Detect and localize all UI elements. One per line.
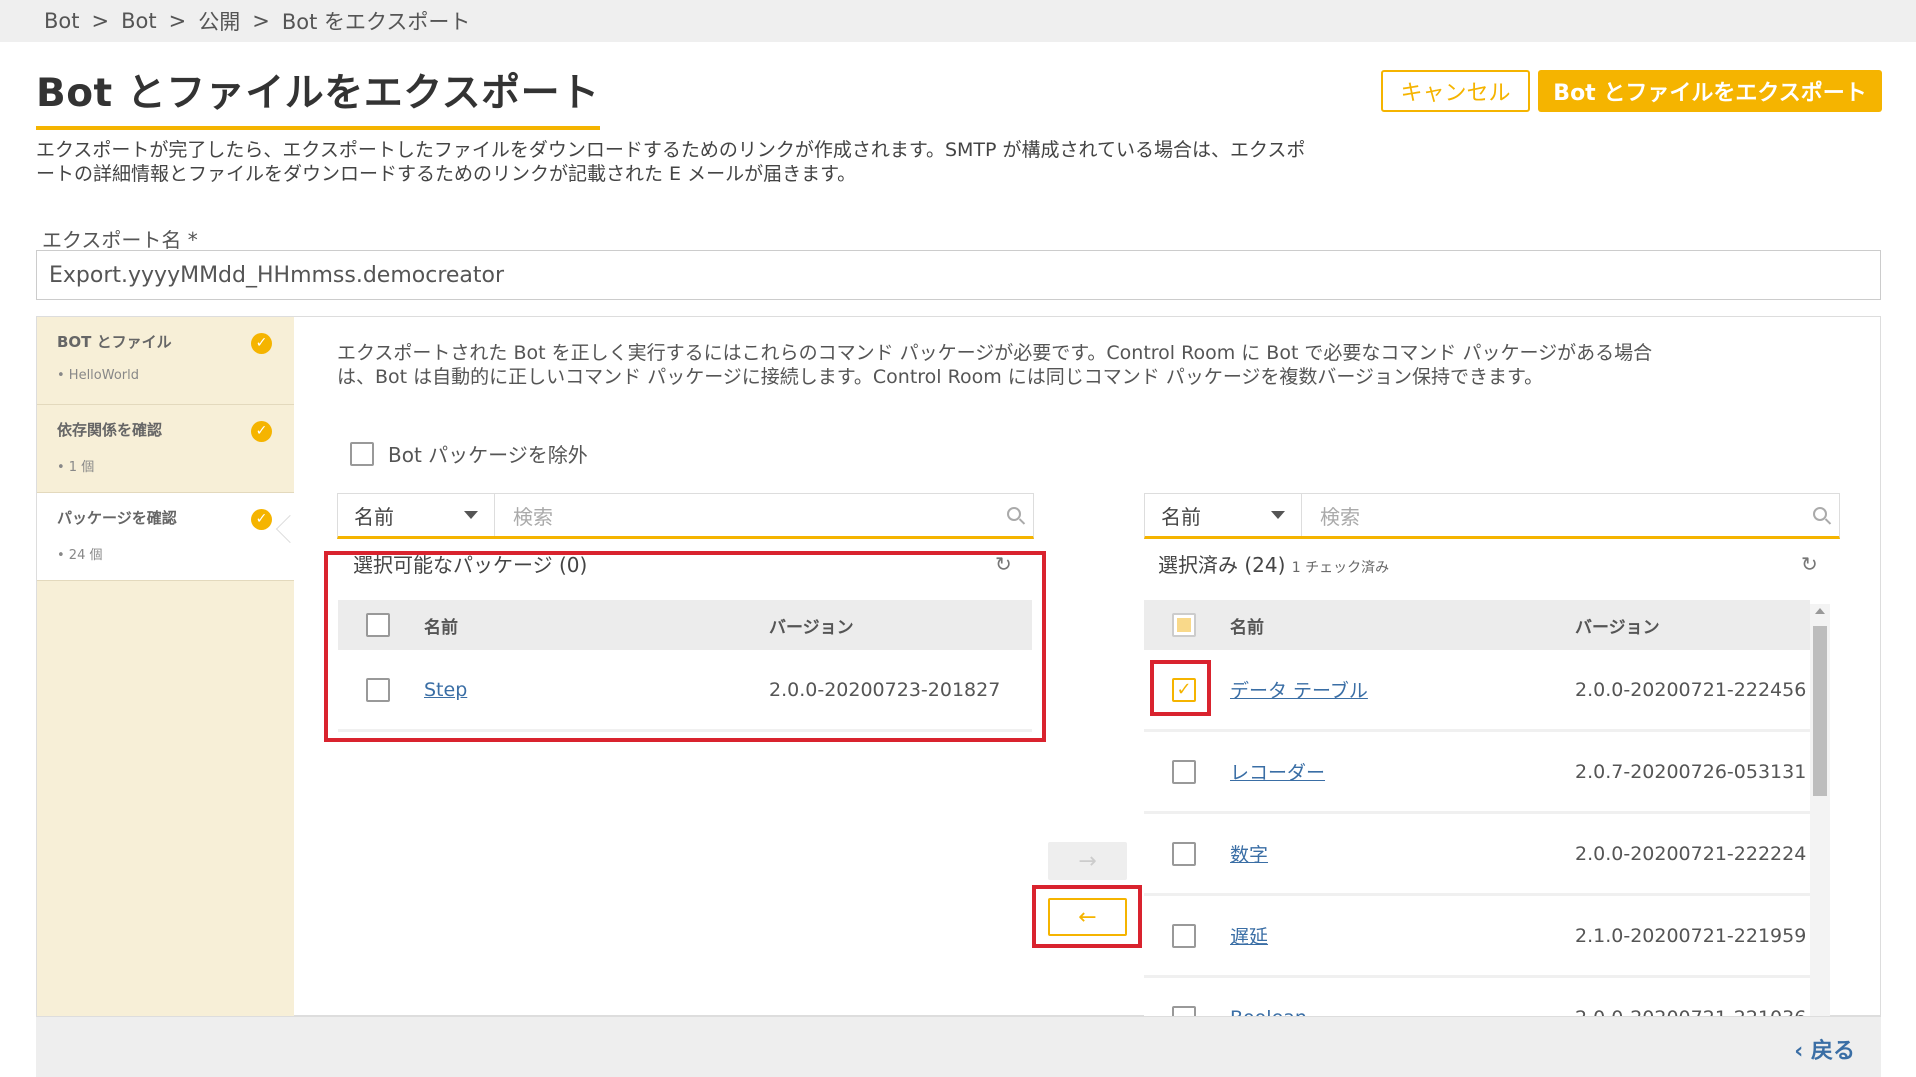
export-name-label: エクスポート名 * — [42, 228, 198, 252]
page-description: エクスポートが完了したら、エクスポートしたファイルをダウンロードするためのリンク… — [36, 139, 1306, 185]
move-to-selected-button[interactable]: → — [1048, 842, 1127, 880]
selected-packages-title: 選択済み (24) 1 チェック済み — [1158, 549, 1389, 578]
checked-count-note: 1 チェック済み — [1291, 560, 1390, 576]
select-all-checkbox[interactable] — [1172, 613, 1196, 637]
step-subtitle: • 24 個 — [57, 548, 103, 563]
search-icon[interactable] — [1007, 507, 1021, 521]
search-icon[interactable] — [1813, 507, 1827, 521]
search-field-label: 名前 — [1161, 504, 1201, 529]
breadcrumb: Bot > Bot > 公開 > Bot をエクスポート — [0, 0, 1916, 42]
page-title: Bot とファイルをエクスポート — [36, 62, 600, 130]
package-name-link[interactable]: Boolean — [1230, 1007, 1307, 1017]
available-search-bar: 名前 検索 — [337, 493, 1034, 539]
scrollbar-thumb[interactable] — [1813, 626, 1827, 796]
column-header-name[interactable]: 名前 — [1224, 613, 1567, 638]
refresh-icon[interactable]: ↻ — [1801, 552, 1818, 576]
row-checkbox[interactable] — [1172, 759, 1196, 784]
package-version: 2.0.0-20200721-221036 — [1567, 1007, 1810, 1017]
scroll-up-arrow-icon[interactable] — [1815, 608, 1825, 614]
search-placeholder: 検索 — [513, 504, 553, 529]
row-checkbox[interactable] — [1172, 923, 1196, 948]
search-field-label: 名前 — [354, 504, 394, 529]
row-checkbox[interactable] — [1172, 841, 1196, 866]
scrollbar[interactable] — [1810, 604, 1830, 1024]
step-subtitle: • 1 個 — [57, 460, 95, 475]
footer-bar: ‹ 戻る — [36, 1016, 1881, 1077]
package-version: 2.0.0-20200721-222456 — [1575, 678, 1807, 701]
step-subtitle: • HelloWorld — [57, 368, 140, 383]
back-link[interactable]: ‹ 戻る — [1794, 1033, 1855, 1065]
table-row: 遅延 2.1.0-20200721-221959 — [1144, 896, 1810, 978]
exclude-bot-packages-label: Bot パッケージを除外 — [388, 443, 588, 467]
wizard-steps: BOT とファイル • HelloWorld ✓ 依存関係を確認 • 1 個 ✓… — [37, 317, 294, 1017]
selected-count: 選択済み (24) — [1158, 553, 1286, 577]
package-version: 2.1.0-20200721-221959 — [1575, 924, 1807, 947]
step-packages[interactable]: パッケージを確認 • 24 個 ✓ — [37, 493, 294, 581]
table-header: 名前 バージョン — [1144, 600, 1810, 650]
selected-search-bar: 名前 検索 — [1144, 493, 1840, 539]
selected-search-input[interactable]: 検索 — [1302, 494, 1839, 536]
package-name-link[interactable]: データ テーブル — [1230, 680, 1368, 702]
export-name-input[interactable] — [36, 250, 1881, 300]
package-version: 2.0.0-20200721-222224 — [1575, 842, 1807, 865]
cancel-button[interactable]: キャンセル — [1381, 70, 1530, 112]
chevron-down-icon — [1271, 511, 1285, 519]
package-version: 2.0.7-20200726-053131 — [1575, 760, 1807, 783]
breadcrumb-separator: > — [168, 9, 187, 33]
table-row: 数字 2.0.0-20200721-222224 — [1144, 814, 1810, 896]
highlight-available-list — [324, 551, 1046, 742]
check-circle-icon: ✓ — [251, 333, 272, 354]
breadcrumb-item-bot[interactable]: Bot — [44, 9, 80, 33]
highlight-checked-row — [1150, 660, 1211, 716]
package-name-link[interactable]: 遅延 — [1230, 926, 1268, 948]
exclude-bot-packages-option[interactable]: Bot パッケージを除外 — [350, 439, 588, 468]
search-placeholder: 検索 — [1320, 504, 1360, 529]
step-dependencies[interactable]: 依存関係を確認 • 1 個 ✓ — [37, 405, 294, 493]
table-row: Boolean 2.0.0-20200721-221036 — [1144, 978, 1810, 1016]
column-header-version[interactable]: バージョン — [1567, 613, 1810, 638]
package-name-link[interactable]: レコーダー — [1230, 762, 1325, 784]
highlight-move-left-button — [1032, 885, 1142, 948]
breadcrumb-separator: > — [252, 9, 270, 33]
available-search-field-select[interactable]: 名前 — [338, 494, 495, 536]
packages-info-text: エクスポートされた Bot を正しく実行するにはこれらのコマンド パッケージが必… — [337, 342, 1653, 388]
selected-packages-table: 名前 バージョン ✓ データ テーブル 2.0.0-20200721-22245… — [1144, 600, 1810, 1016]
check-circle-icon: ✓ — [251, 509, 272, 530]
step-bot-files[interactable]: BOT とファイル • HelloWorld ✓ — [37, 317, 294, 405]
export-button[interactable]: Bot とファイルをエクスポート — [1538, 70, 1882, 112]
chevron-down-icon — [464, 511, 478, 519]
package-name-link[interactable]: 数字 — [1230, 844, 1268, 866]
available-search-input[interactable]: 検索 — [495, 494, 1033, 536]
selected-search-field-select[interactable]: 名前 — [1145, 494, 1302, 536]
table-row: ✓ データ テーブル 2.0.0-20200721-222456 — [1144, 650, 1810, 732]
check-circle-icon: ✓ — [251, 421, 272, 442]
row-checkbox[interactable] — [1172, 1005, 1196, 1016]
breadcrumb-separator: > — [91, 9, 110, 33]
table-row: レコーダー 2.0.7-20200726-053131 — [1144, 732, 1810, 814]
exclude-bot-packages-checkbox[interactable] — [350, 441, 374, 466]
breadcrumb-item-current: Bot をエクスポート — [281, 10, 471, 34]
breadcrumb-item-bot-2[interactable]: Bot — [121, 9, 157, 33]
breadcrumb-item-public[interactable]: 公開 — [198, 6, 240, 36]
